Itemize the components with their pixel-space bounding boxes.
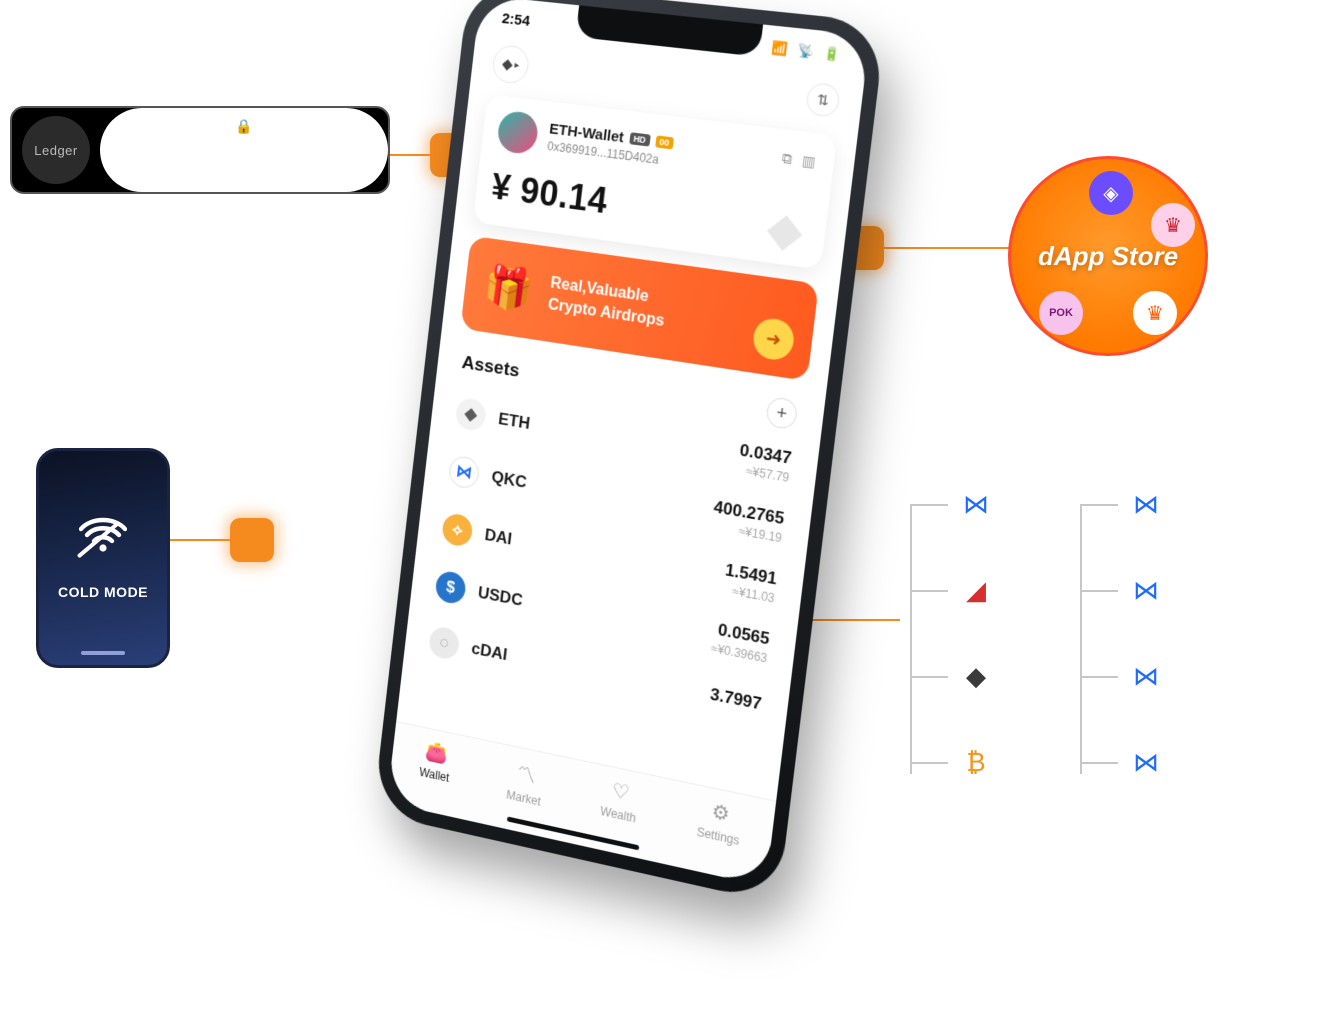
network-btc-icon: ₿ bbox=[948, 734, 1004, 790]
dapp-store-badge[interactable]: dApp Store ◈ ♛ POK ♛ bbox=[1008, 156, 1208, 356]
gift-icon: 🎁 bbox=[481, 261, 535, 316]
asset-symbol: ETH bbox=[497, 409, 531, 434]
asset-symbol: USDC bbox=[477, 583, 524, 611]
connector-node-cold bbox=[230, 518, 274, 562]
copy-icon[interactable]: ⧉ bbox=[781, 150, 793, 168]
status-icons: 📶 📡 🔋 bbox=[765, 38, 842, 63]
wallet-index-badge: 00 bbox=[655, 135, 674, 149]
settings-icon: ⚙ bbox=[710, 799, 731, 828]
asset-usdc-icon: $ bbox=[434, 569, 467, 605]
ledger-chevron-down-icon[interactable]: ⌄ bbox=[104, 142, 122, 159]
network-trx-icon: ◢ bbox=[948, 562, 1004, 618]
tab-label: Market bbox=[506, 788, 542, 809]
network-eth-icon: ◆ bbox=[948, 648, 1004, 704]
tab-wealth[interactable]: ♡Wealth bbox=[600, 776, 641, 826]
tab-market[interactable]: 〽Market bbox=[506, 756, 545, 809]
wallet-icon: 👛 bbox=[424, 738, 449, 767]
network-qkc-icon: ⋈ bbox=[948, 476, 1004, 532]
tab-wallet[interactable]: 👛Wallet bbox=[419, 737, 454, 784]
dapp-chip-icon: POK bbox=[1039, 291, 1083, 335]
battery-icon: 🔋 bbox=[824, 45, 842, 62]
eth-watermark-icon: ◆ bbox=[764, 199, 806, 258]
asset-symbol: cDAI bbox=[470, 639, 508, 665]
lock-icon: 🔒 bbox=[235, 118, 252, 135]
asset-cdai-icon: ◌ bbox=[428, 625, 461, 661]
asset-qkc-icon: ⋈ bbox=[448, 454, 481, 490]
network-qkc-icon: ⋈ bbox=[1118, 562, 1174, 618]
ledger-brand: Ledger bbox=[22, 116, 90, 184]
dapp-chip-icon: ◈ bbox=[1089, 171, 1133, 215]
network-qkc-icon: ⋈ bbox=[1118, 476, 1174, 532]
tab-label: Wealth bbox=[600, 804, 637, 825]
ledger-device: Ledger ⌄ 🔒 Enter PIN code 6_ _ _ _ _ _ _… bbox=[10, 106, 390, 194]
asset-symbol: DAI bbox=[484, 525, 513, 549]
dapp-store-title: dApp Store bbox=[1038, 241, 1178, 272]
tab-bar: 👛Wallet 〽Market ♡Wealth ⚙Settings bbox=[387, 721, 776, 887]
cold-phone-homebar bbox=[81, 651, 125, 655]
status-time: 2:54 bbox=[501, 10, 531, 30]
asset-symbol: QKC bbox=[490, 467, 527, 492]
signal-icon: 📶 bbox=[771, 39, 789, 56]
cold-mode-label: COLD MODE bbox=[58, 584, 148, 600]
network-selector[interactable]: ◆▸ bbox=[491, 44, 531, 85]
wallet-avatar bbox=[496, 110, 540, 156]
wifi-off-icon bbox=[79, 517, 127, 562]
assets-title: Assets bbox=[461, 352, 521, 382]
network-qkc-icon: ⋈ bbox=[1118, 734, 1174, 790]
ledger-prompt: Enter PIN code bbox=[173, 137, 316, 160]
dapp-chip-icon: ♛ bbox=[1133, 291, 1177, 335]
asset-amount: 3.7997 bbox=[709, 685, 763, 715]
cold-mode-phone: COLD MODE bbox=[36, 448, 170, 668]
diagram-stage: Ledger ⌄ 🔒 Enter PIN code 6_ _ _ _ _ _ _… bbox=[0, 0, 1326, 1010]
token-network-tree: ⋈ ◢ ◆ ₿ ⋈ ⋈ ⋈ ⋈ bbox=[882, 468, 1212, 828]
add-asset-button[interactable]: + bbox=[765, 396, 799, 431]
network-qkc-icon: ⋈ bbox=[1118, 648, 1174, 704]
asset-eth-icon: ◆ bbox=[454, 397, 487, 433]
tab-label: Wallet bbox=[419, 765, 450, 785]
ledger-chevron-up-icon[interactable]: ⌃ bbox=[362, 142, 380, 159]
wealth-icon: ♡ bbox=[611, 778, 631, 806]
swap-icon[interactable]: ⇅ bbox=[805, 82, 841, 118]
tab-label: Settings bbox=[696, 825, 740, 848]
qr-icon[interactable]: ▥ bbox=[801, 152, 816, 171]
wifi-icon: 📡 bbox=[797, 42, 815, 59]
market-icon: 〽 bbox=[516, 758, 538, 790]
promo-go-icon[interactable]: ➜ bbox=[751, 316, 796, 362]
asset-dai-icon: ⟡ bbox=[441, 512, 474, 548]
wallet-hd-badge: HD bbox=[629, 132, 651, 146]
ledger-pin-slots: 6_ _ _ _ _ _ _ bbox=[143, 162, 345, 183]
tab-settings[interactable]: ⚙Settings bbox=[696, 796, 744, 848]
